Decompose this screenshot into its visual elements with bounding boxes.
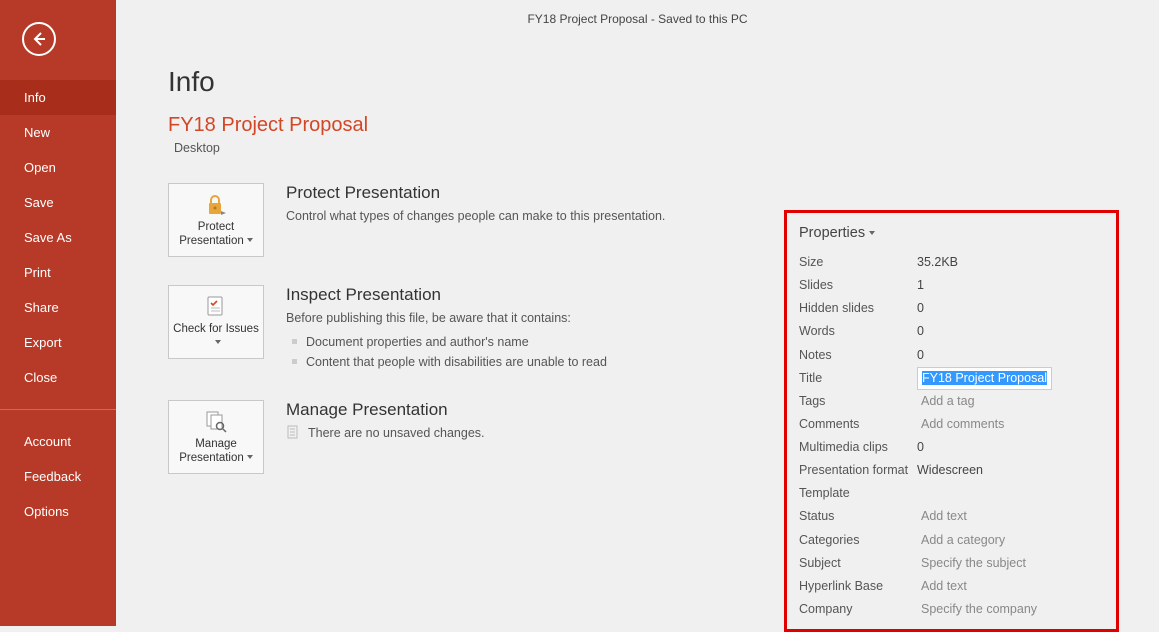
- title-bar: FY18 Project Proposal - Saved to this PC: [116, 0, 1159, 26]
- nav-item-new[interactable]: New: [0, 115, 116, 150]
- property-row-status: StatusAdd text: [799, 505, 1104, 528]
- property-row-comments: CommentsAdd comments: [799, 413, 1104, 436]
- property-row-title: TitleFY18 Project Proposal: [799, 367, 1104, 390]
- property-label: Template: [799, 482, 917, 505]
- manage-desc: There are no unsaved changes.: [286, 424, 485, 443]
- nav-item-close[interactable]: Close: [0, 360, 116, 395]
- inspect-heading: Inspect Presentation: [286, 285, 607, 305]
- property-label: Subject: [799, 552, 917, 575]
- property-row-presentation-format: Presentation formatWidescreen: [799, 459, 1104, 482]
- nav-item-save[interactable]: Save: [0, 185, 116, 220]
- arrow-left-icon: [31, 31, 47, 47]
- property-value: 35.2KB: [917, 251, 958, 274]
- properties-dropdown[interactable]: Properties: [799, 225, 1104, 241]
- property-label: Categories: [799, 529, 917, 552]
- nav-item-share[interactable]: Share: [0, 290, 116, 325]
- backstage-sidebar: InfoNewOpenSaveSave AsPrintShareExportCl…: [0, 0, 116, 626]
- title-bar-status: Saved to this PC: [658, 12, 747, 26]
- nav-item-account[interactable]: Account: [0, 424, 116, 459]
- page-heading: Info: [168, 66, 1159, 98]
- property-label: Title: [799, 367, 917, 390]
- nav-item-options[interactable]: Options: [0, 494, 116, 529]
- nav-item-feedback[interactable]: Feedback: [0, 459, 116, 494]
- property-value: 0: [917, 436, 924, 459]
- document-title: FY18 Project Proposal: [168, 114, 1159, 137]
- backstage-main: FY18 Project Proposal - Saved to this PC…: [116, 0, 1159, 626]
- nav-item-print[interactable]: Print: [0, 255, 116, 290]
- property-label: Notes: [799, 344, 917, 367]
- nav-divider: [0, 409, 116, 410]
- property-label: Status: [799, 505, 917, 528]
- property-value[interactable]: FY18 Project Proposal: [917, 367, 1052, 390]
- property-row-template: Template: [799, 482, 1104, 505]
- property-row-subject: SubjectSpecify the subject: [799, 552, 1104, 575]
- properties-panel: Properties Size35.2KBSlides1Hidden slide…: [784, 210, 1119, 632]
- property-row-hidden-slides: Hidden slides0: [799, 297, 1104, 320]
- property-label: Slides: [799, 274, 917, 297]
- nav-item-info[interactable]: Info: [0, 80, 116, 115]
- nav-item-export[interactable]: Export: [0, 325, 116, 360]
- property-value: Widescreen: [917, 459, 983, 482]
- inspect-issue-item: Content that people with disabilities ar…: [286, 352, 607, 372]
- property-row-hyperlink-base: Hyperlink BaseAdd text: [799, 575, 1104, 598]
- property-value[interactable]: Add a category: [917, 529, 1009, 552]
- property-value[interactable]: Add a tag: [917, 390, 979, 413]
- property-row-multimedia-clips: Multimedia clips0: [799, 436, 1104, 459]
- nav-item-save-as[interactable]: Save As: [0, 220, 116, 255]
- property-label: Hyperlink Base: [799, 575, 917, 598]
- inspect-desc: Before publishing this file, be aware th…: [286, 309, 607, 328]
- property-value: 0: [917, 344, 924, 367]
- lock-icon: [202, 191, 230, 219]
- property-value: 1: [917, 274, 924, 297]
- document-icon: [286, 425, 300, 439]
- document-location: Desktop: [174, 141, 1159, 155]
- property-label: Comments: [799, 413, 917, 436]
- property-row-slides: Slides1: [799, 274, 1104, 297]
- property-label: Tags: [799, 390, 917, 413]
- protect-presentation-button[interactable]: Protect Presentation: [168, 183, 264, 257]
- property-row-company: CompanySpecify the company: [799, 598, 1104, 621]
- property-value[interactable]: Add text: [917, 575, 971, 598]
- nav-item-open[interactable]: Open: [0, 150, 116, 185]
- back-button[interactable]: [22, 22, 56, 56]
- title-bar-doc: FY18 Project Proposal: [527, 12, 647, 26]
- property-value[interactable]: Specify the subject: [917, 552, 1030, 575]
- property-label: Multimedia clips: [799, 436, 917, 459]
- protect-heading: Protect Presentation: [286, 183, 665, 203]
- property-row-size: Size35.2KB: [799, 251, 1104, 274]
- checklist-icon: [202, 293, 230, 321]
- property-value: 0: [917, 297, 924, 320]
- property-value[interactable]: Add comments: [917, 413, 1008, 436]
- inspect-issue-item: Document properties and author's name: [286, 332, 607, 352]
- property-label: Presentation format: [799, 459, 917, 482]
- document-search-icon: [202, 408, 230, 436]
- property-label: Company: [799, 598, 917, 621]
- property-value[interactable]: Specify the company: [917, 598, 1041, 621]
- property-label: Hidden slides: [799, 297, 917, 320]
- property-row-notes: Notes0: [799, 344, 1104, 367]
- property-row-words: Words0: [799, 320, 1104, 343]
- protect-desc: Control what types of changes people can…: [286, 207, 665, 226]
- manage-presentation-button[interactable]: Manage Presentation: [168, 400, 264, 474]
- property-value[interactable]: Add text: [917, 505, 971, 528]
- inspect-issue-list: Document properties and author's nameCon…: [286, 332, 607, 372]
- property-label: Words: [799, 320, 917, 343]
- property-value: 0: [917, 320, 924, 343]
- check-for-issues-button[interactable]: Check for Issues: [168, 285, 264, 359]
- property-row-categories: CategoriesAdd a category: [799, 529, 1104, 552]
- manage-heading: Manage Presentation: [286, 400, 485, 420]
- property-label: Size: [799, 251, 917, 274]
- property-row-tags: TagsAdd a tag: [799, 390, 1104, 413]
